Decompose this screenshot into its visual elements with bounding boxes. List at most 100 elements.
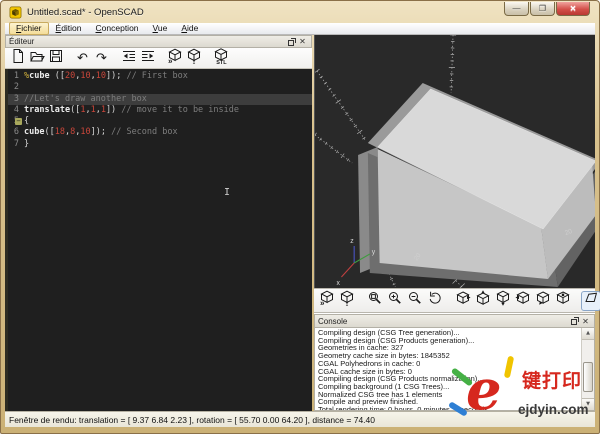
editor-toolbar: ↶ ↷ » STL bbox=[5, 48, 312, 69]
code-line[interactable]: 3//Let's draw another box bbox=[5, 94, 312, 105]
float-panel-icon[interactable] bbox=[286, 37, 297, 47]
redo-icon: ↷ bbox=[96, 49, 107, 67]
unindent-button[interactable] bbox=[119, 49, 138, 68]
close-panel-icon[interactable]: ✕ bbox=[297, 37, 308, 47]
code-token: 10 bbox=[96, 71, 106, 82]
svg-text:STL: STL bbox=[216, 59, 227, 63]
menu-item-conception[interactable]: Conception bbox=[89, 22, 146, 35]
scroll-up-arrow-icon[interactable]: ▲ bbox=[582, 328, 594, 340]
reset-view-icon bbox=[427, 290, 443, 311]
code-line[interactable]: 6cube([18,8,10]); // Second box bbox=[5, 127, 312, 138]
export-stl-button[interactable]: STL bbox=[211, 49, 230, 68]
code-editor[interactable]: I 1%cube ([20,10,10]); // First box23//L… bbox=[5, 69, 312, 411]
window-title: Untitled.scad* - OpenSCAD bbox=[27, 7, 144, 18]
code-token: { bbox=[24, 116, 29, 127]
render-button[interactable] bbox=[337, 291, 357, 311]
undo-icon: ↶ bbox=[77, 49, 88, 67]
save-button[interactable] bbox=[46, 49, 65, 68]
code-token: ]) bbox=[106, 105, 121, 116]
perspective-button[interactable] bbox=[581, 291, 600, 311]
code-line[interactable]: 2 bbox=[5, 82, 312, 93]
viewport-toolbar: »» bbox=[314, 288, 595, 313]
code-token: 20 bbox=[65, 71, 75, 82]
preview-button[interactable]: » bbox=[317, 291, 337, 311]
code-line[interactable]: 1%cube ([20,10,10]); // First box bbox=[5, 71, 312, 82]
close-button[interactable]: ✕ bbox=[556, 2, 590, 16]
open-icon bbox=[29, 48, 45, 69]
line-number: 1 bbox=[5, 71, 24, 82]
code-token: ([ bbox=[70, 105, 80, 116]
render-viewport[interactable]: 20 20 z y x bbox=[314, 35, 595, 288]
render-icon bbox=[339, 290, 355, 311]
openscad-logo-icon bbox=[9, 6, 22, 19]
render-scene: 20 20 z y x bbox=[315, 35, 595, 288]
code-token: 10 bbox=[80, 71, 90, 82]
code-token: 10 bbox=[80, 127, 90, 138]
menu-item-edition[interactable]: Édition bbox=[49, 22, 89, 35]
editor-panel-header: Éditeur ✕ bbox=[5, 35, 312, 48]
console-log[interactable]: ▲ ▼ Compiling design (CSG Tree generatio… bbox=[314, 328, 595, 411]
code-token: // move it to be inside bbox=[121, 105, 239, 116]
undo-button[interactable]: ↶ bbox=[73, 49, 92, 68]
line-number: 3 bbox=[5, 94, 24, 105]
view-back-button[interactable] bbox=[553, 291, 573, 311]
zoom-in-button[interactable] bbox=[385, 291, 405, 311]
indent-button[interactable] bbox=[138, 49, 157, 68]
console-panel-header: Console ✕ bbox=[314, 314, 595, 328]
editor-panel-title: Éditeur bbox=[9, 37, 286, 46]
view-right-icon bbox=[455, 290, 471, 311]
view-front-button[interactable] bbox=[533, 291, 553, 311]
render-icon bbox=[186, 48, 202, 69]
console-panel-title: Console bbox=[318, 317, 569, 326]
zoom-all-icon bbox=[367, 290, 383, 311]
scrollbar-thumb[interactable] bbox=[583, 362, 593, 392]
open-button[interactable] bbox=[27, 49, 46, 68]
code-line[interactable]: 7} bbox=[5, 139, 312, 150]
save-icon bbox=[48, 48, 64, 69]
scroll-down-arrow-icon[interactable]: ▼ bbox=[582, 398, 594, 410]
code-line[interactable]: 5−{ bbox=[5, 116, 312, 127]
menu-item-vue[interactable]: Vue bbox=[146, 22, 175, 35]
zoom-out-icon bbox=[407, 290, 423, 311]
menu-bar: FichierÉditionConceptionVueAide bbox=[5, 23, 595, 35]
render-button[interactable] bbox=[184, 49, 203, 68]
close-panel-icon[interactable]: ✕ bbox=[580, 316, 591, 326]
text-cursor: I bbox=[224, 187, 230, 198]
menu-item-fichier[interactable]: Fichier bbox=[9, 22, 49, 35]
zoom-all-button[interactable] bbox=[365, 291, 385, 311]
title-bar[interactable]: Untitled.scad* - OpenSCAD —❐✕ bbox=[2, 2, 598, 23]
zoom-in-icon bbox=[387, 290, 403, 311]
new-file-button[interactable] bbox=[8, 49, 27, 68]
svg-text:x: x bbox=[337, 280, 341, 287]
redo-button[interactable]: ↷ bbox=[92, 49, 111, 68]
float-panel-icon[interactable] bbox=[569, 316, 580, 326]
status-bar: Fenêtre de rendu: translation = [ 9.37 6… bbox=[5, 411, 595, 427]
svg-text:y: y bbox=[372, 249, 376, 256]
maximize-button[interactable]: ❐ bbox=[530, 2, 555, 16]
menu-item-aide[interactable]: Aide bbox=[174, 22, 205, 35]
fold-marker-icon[interactable]: − bbox=[15, 118, 22, 125]
status-text: Fenêtre de rendu: translation = [ 9.37 6… bbox=[9, 415, 375, 425]
code-token: ([ bbox=[50, 71, 65, 82]
code-token: cube bbox=[24, 127, 44, 138]
svg-text:z: z bbox=[350, 238, 354, 245]
new-file-icon bbox=[10, 48, 26, 69]
zoom-out-button[interactable] bbox=[405, 291, 425, 311]
view-front-icon bbox=[535, 290, 551, 311]
view-right-button[interactable] bbox=[453, 291, 473, 311]
view-left-icon bbox=[515, 290, 531, 311]
view-top-button[interactable] bbox=[473, 291, 493, 311]
preview-button[interactable]: » bbox=[165, 49, 184, 68]
right-dock: 20 20 z y x »» Console bbox=[314, 35, 595, 411]
view-left-button[interactable] bbox=[513, 291, 533, 311]
view-bottom-icon bbox=[495, 290, 511, 311]
code-line[interactable]: 4translate([1,1,1]) // move it to be ins… bbox=[5, 105, 312, 116]
code-token: cube bbox=[29, 71, 49, 82]
console-scrollbar[interactable]: ▲ ▼ bbox=[581, 328, 594, 410]
view-bottom-button[interactable] bbox=[493, 291, 513, 311]
perspective-icon bbox=[583, 290, 599, 311]
code-token: // First box bbox=[126, 71, 187, 82]
minimize-button[interactable]: — bbox=[504, 2, 529, 16]
line-number: 4 bbox=[5, 105, 24, 116]
reset-view-button[interactable] bbox=[425, 291, 445, 311]
